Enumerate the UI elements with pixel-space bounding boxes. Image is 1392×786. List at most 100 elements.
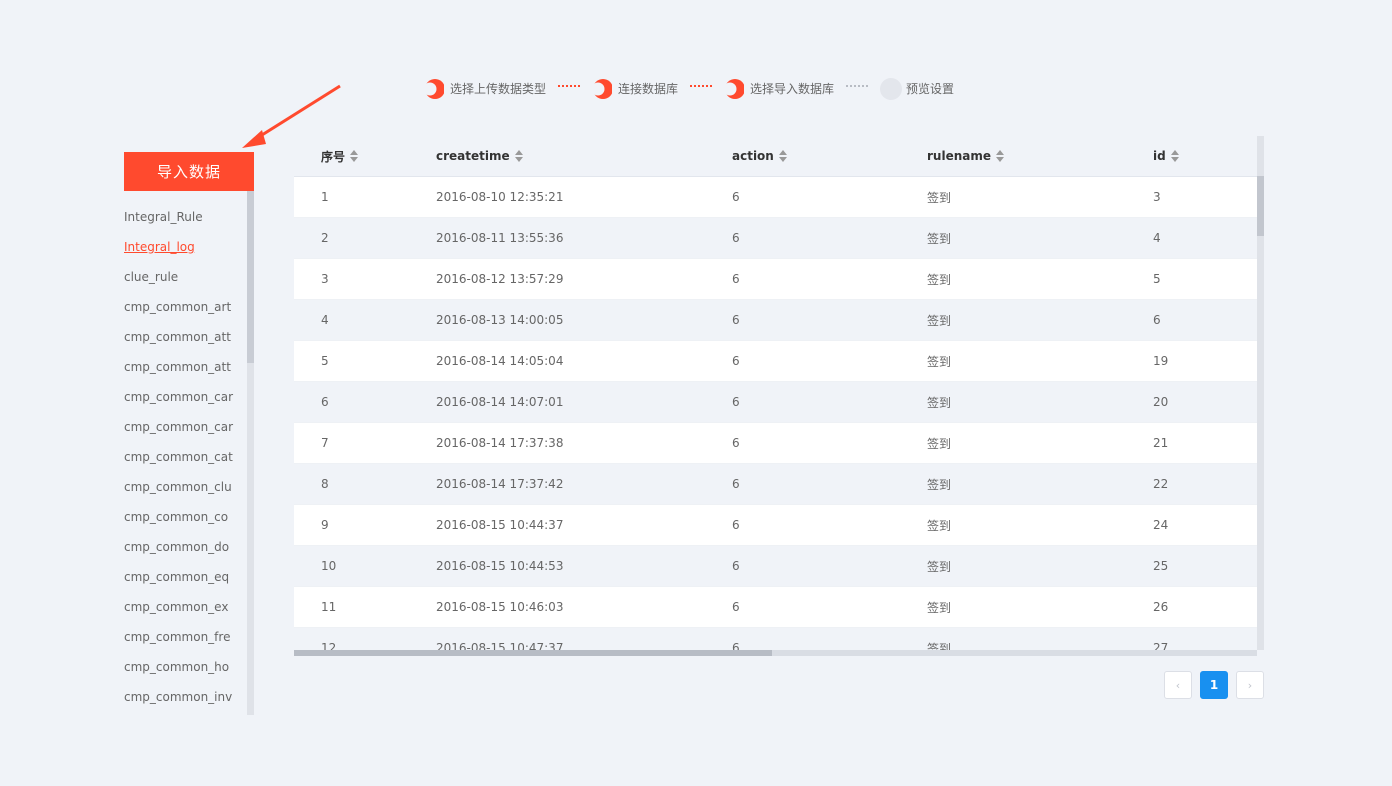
table-body: 1 2016-08-10 12:35:21 6 签到 3 2 2016-08-11 13:5…	[294, 176, 1257, 650]
step-label: 预览设置	[906, 81, 955, 96]
sidebar-item[interactable]: cmp_common_do	[124, 532, 246, 562]
table-row[interactable]: 12 2016-08-15 10:47:37 6 签到 27	[294, 627, 1257, 650]
import-data-button[interactable]: 导入数据	[124, 152, 254, 191]
column-header-label: createtime	[436, 149, 510, 163]
table-row[interactable]: 11 2016-08-15 10:46:03 6 签到 26	[294, 586, 1257, 628]
table-list: Integral_Rule Integral_log clue_rule cmp_co…	[124, 202, 246, 712]
table-row[interactable]: 2 2016-08-11 13:55:36 6 签到 4	[294, 217, 1257, 259]
table-cell: 6	[732, 217, 927, 259]
table-horizontal-scrollbar-thumb[interactable]	[294, 650, 772, 656]
sidebar-item[interactable]: cmp_common_att	[124, 352, 246, 382]
column-header-label: rulename	[927, 149, 991, 163]
sidebar-item[interactable]: cmp_common_eq	[124, 562, 246, 592]
table-cell: 6	[1153, 299, 1257, 341]
sidebar-item[interactable]: cmp_common_clu	[124, 472, 246, 502]
step-label: 连接数据库	[618, 81, 679, 96]
table-row[interactable]: 8 2016-08-14 17:37:42 6 签到 22	[294, 463, 1257, 505]
sort-icon[interactable]	[350, 150, 359, 162]
step-3: 选择导入数据库	[724, 78, 835, 99]
table-row[interactable]: 5 2016-08-14 14:05:04 6 签到 19	[294, 340, 1257, 382]
sidebar-item[interactable]: Integral_Rule	[124, 202, 246, 232]
table-row[interactable]: 6 2016-08-14 14:07:01 6 签到 20	[294, 381, 1257, 423]
table-row[interactable]: 7 2016-08-14 17:37:38 6 签到 21	[294, 422, 1257, 464]
pagination: ‹ 1 ›	[1164, 671, 1264, 699]
table-cell: 签到	[927, 381, 1153, 423]
table-cell: 签到	[927, 586, 1153, 628]
table-cell: 签到	[927, 299, 1153, 341]
steps-bar: 选择上传数据类型 连接数据库 选择导入数据库 预览设置	[424, 78, 955, 100]
table-cell: 12	[294, 627, 436, 650]
table-row[interactable]: 1 2016-08-10 12:35:21 6 签到 3	[294, 176, 1257, 218]
table-cell: 签到	[927, 258, 1153, 300]
table-cell: 2016-08-13 14:00:05	[436, 299, 732, 341]
table-cell: 签到	[927, 504, 1153, 546]
table-cell: 7	[294, 422, 436, 464]
sidebar-item[interactable]: cmp_common_ex	[124, 592, 246, 622]
sidebar-item[interactable]: cmp_common_car	[124, 412, 246, 442]
table-cell: 2016-08-15 10:47:37	[436, 627, 732, 650]
table-cell: 2016-08-14 17:37:38	[436, 422, 732, 464]
sort-icon[interactable]	[778, 149, 787, 162]
sidebar-item[interactable]: cmp_common_ho	[124, 652, 246, 682]
column-header[interactable]: 序号	[294, 136, 436, 177]
table-vertical-scrollbar-thumb[interactable]	[1257, 176, 1264, 236]
step-label: 选择上传数据类型	[450, 81, 547, 96]
sort-icon[interactable]	[996, 149, 1004, 162]
step-done-icon	[592, 78, 613, 99]
sort-icon[interactable]	[514, 149, 523, 162]
prev-page-button[interactable]: ‹	[1164, 671, 1192, 699]
sidebar-item[interactable]: cmp_common_car	[124, 382, 246, 412]
table-cell: 6	[732, 422, 927, 464]
table-horizontal-scrollbar[interactable]	[294, 650, 1257, 656]
column-header[interactable]: rulename	[927, 136, 1153, 177]
table-cell: 签到	[927, 463, 1153, 505]
table-cell: 3	[1153, 176, 1257, 218]
table-cell: 6	[732, 176, 927, 218]
page-number-button[interactable]: 1	[1200, 671, 1228, 699]
step-connector	[558, 85, 581, 87]
step-pending-icon	[880, 78, 903, 100]
column-header[interactable]: action	[732, 136, 927, 177]
table-row[interactable]: 4 2016-08-13 14:00:05 6 签到 6	[294, 299, 1257, 341]
table-row[interactable]: 10 2016-08-15 10:44:53 6 签到 25	[294, 545, 1257, 587]
sidebar-item[interactable]: cmp_common_inv	[124, 682, 246, 712]
table-cell: 2016-08-15 10:44:37	[436, 504, 732, 546]
column-header[interactable]: id	[1153, 136, 1257, 177]
table-row[interactable]: 3 2016-08-12 13:57:29 6 签到 5	[294, 258, 1257, 300]
next-page-button[interactable]: ›	[1236, 671, 1264, 699]
sidebar-item[interactable]: cmp_common_art	[124, 292, 246, 322]
table-cell: 6	[732, 586, 927, 628]
sidebar-item[interactable]: cmp_common_fre	[124, 622, 246, 652]
sidebar-item[interactable]: cmp_common_cat	[124, 442, 246, 472]
step-4: 预览设置	[880, 78, 955, 100]
step-connector	[690, 85, 713, 87]
step-done-icon	[724, 78, 745, 99]
table-cell: 2016-08-11 13:55:36	[436, 217, 732, 259]
column-header-label: 序号	[321, 149, 346, 164]
table-cell: 2016-08-14 14:05:04	[436, 340, 732, 382]
step-label: 选择导入数据库	[750, 81, 835, 96]
table-cell: 签到	[927, 545, 1153, 587]
table-cell: 签到	[927, 627, 1153, 650]
table-vertical-scrollbar[interactable]	[1257, 136, 1264, 650]
sidebar-item[interactable]: cmp_common_att	[124, 322, 246, 352]
step-connector	[846, 85, 869, 87]
sidebar-item[interactable]: cmp_common_co	[124, 502, 246, 532]
table-row[interactable]: 9 2016-08-15 10:44:37 6 签到 24	[294, 504, 1257, 546]
table-cell: 签到	[927, 217, 1153, 259]
sidebar-scrollbar-thumb[interactable]	[247, 191, 254, 363]
sidebar-item[interactable]: Integral_log	[124, 232, 246, 262]
table-cell: 2016-08-15 10:44:53	[436, 545, 732, 587]
data-table: 序号 createtime action rulename id 1 2016-08-10…	[294, 136, 1257, 650]
table-cell: 签到	[927, 340, 1153, 382]
table-cell: 6	[732, 340, 927, 382]
step-done-icon	[424, 78, 444, 99]
chevron-right-icon: ›	[1247, 678, 1253, 692]
sidebar-item[interactable]: clue_rule	[124, 262, 246, 292]
table-cell: 8	[294, 463, 436, 505]
table-cell: 5	[1153, 258, 1257, 300]
table-cell: 27	[1153, 627, 1257, 650]
sidebar-scrollbar[interactable]	[247, 191, 254, 715]
column-header[interactable]: createtime	[436, 136, 732, 177]
sort-icon[interactable]	[1170, 149, 1179, 162]
